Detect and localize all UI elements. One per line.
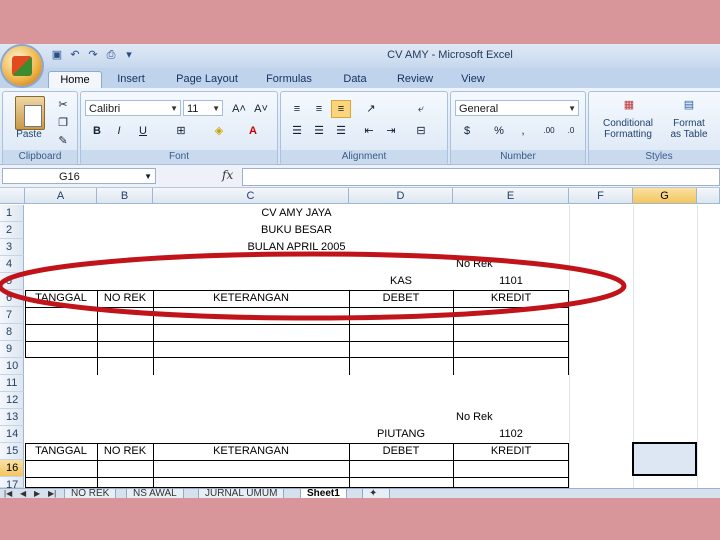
excel-window: ▣ ↶ ↷ ⎙ ▾ CV AMY - Microsoft Excel Home … <box>0 44 720 498</box>
office-button[interactable] <box>2 46 42 86</box>
annotation-overlay <box>0 251 627 321</box>
annotation-ellipse <box>0 251 627 321</box>
office-logo-icon <box>12 56 32 76</box>
